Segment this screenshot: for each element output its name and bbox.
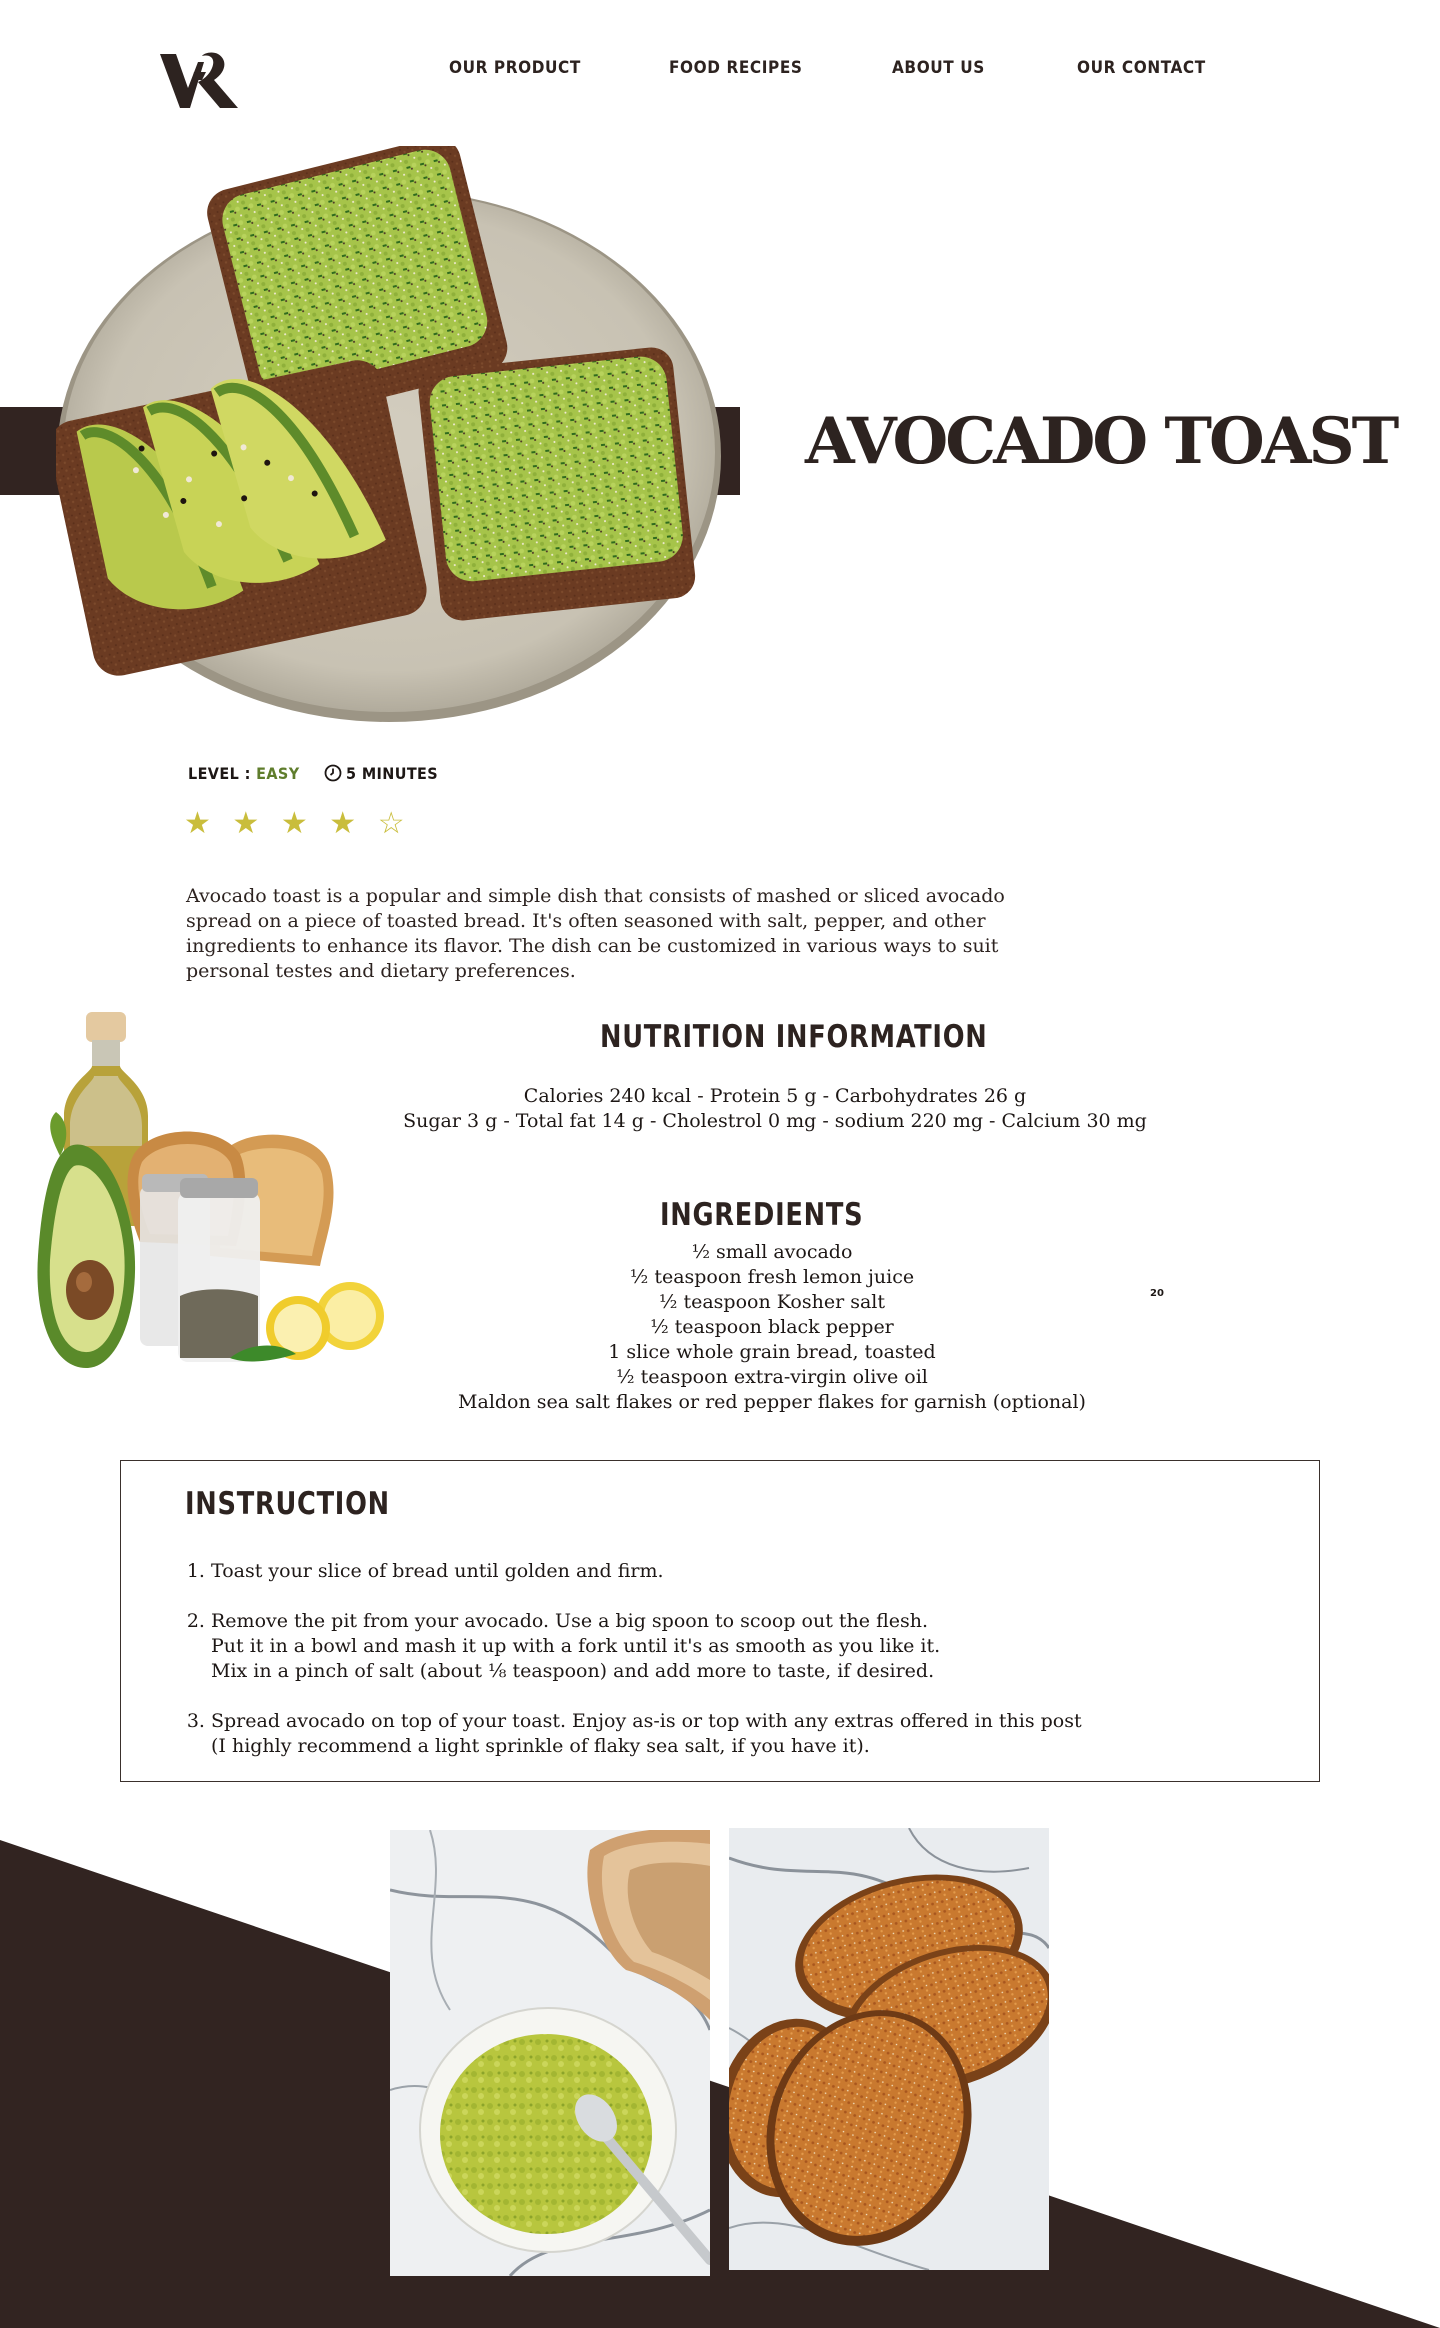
ingredients-title: INGREDIENTS bbox=[660, 1197, 864, 1233]
instruction-step: Toast your slice of bread until golden a… bbox=[211, 1559, 1311, 1584]
ingredient-item: ½ small avocado bbox=[691, 1241, 853, 1263]
recipe-meta: LEVEL : EASY 5 MINUTES bbox=[188, 764, 438, 788]
recipe-title: AVOCADO TOAST bbox=[805, 404, 1399, 479]
nav-our-product[interactable]: OUR PRODUCT bbox=[449, 58, 581, 78]
avocado-toast-image bbox=[56, 146, 721, 722]
step-line: Put it in a bowl and mash it up with a f… bbox=[211, 1635, 941, 1657]
ingredient-item: ½ teaspoon fresh lemon juice bbox=[629, 1266, 915, 1288]
main-nav: OUR PRODUCT FOOD RECIPES ABOUT US OUR CO… bbox=[0, 58, 1440, 82]
nav-our-contact[interactable]: OUR CONTACT bbox=[1077, 58, 1206, 78]
star-rating: ★ ★ ★ ★ ☆ bbox=[184, 806, 411, 841]
instruction-step: Remove the pit from your avocado. Use a … bbox=[211, 1609, 1311, 1684]
page-number: 20 bbox=[1150, 1288, 1164, 1299]
nav-food-recipes[interactable]: FOOD RECIPES bbox=[669, 58, 802, 78]
step-line: (I highly recommend a light sprinkle of … bbox=[211, 1735, 870, 1757]
level-value: EASY bbox=[256, 764, 300, 783]
nutrition-line-2: Sugar 3 g - Total fat 14 g - Cholestrol … bbox=[403, 1110, 1147, 1132]
instruction-steps: Toast your slice of bread until golden a… bbox=[183, 1559, 1311, 1784]
toasted-bread-photo bbox=[729, 1828, 1049, 2270]
nutrition-title: NUTRITION INFORMATION bbox=[600, 1019, 988, 1055]
step-line: Spread avocado on top of your toast. Enj… bbox=[211, 1710, 1082, 1732]
ingredient-item: Maldon sea salt flakes or red pepper fla… bbox=[458, 1391, 1086, 1413]
nutrition-info: Calories 240 kcal - Protein 5 g - Carboh… bbox=[370, 1084, 1180, 1134]
ingredient-item: ½ teaspoon black pepper bbox=[650, 1316, 894, 1338]
step-line: Toast your slice of bread until golden a… bbox=[211, 1560, 664, 1582]
ingredients-image bbox=[37, 1012, 384, 1369]
recipe-page: OUR PRODUCT FOOD RECIPES ABOUT US OUR CO… bbox=[0, 0, 1440, 2328]
cook-time-text: 5 MINUTES bbox=[346, 764, 439, 783]
ingredient-item: ½ teaspoon extra-virgin olive oil bbox=[616, 1366, 928, 1388]
instruction-step: Spread avocado on top of your toast. Enj… bbox=[211, 1709, 1311, 1759]
nav-about-us[interactable]: ABOUT US bbox=[892, 58, 985, 78]
ingredients-list: ½ small avocado ½ teaspoon fresh lemon j… bbox=[372, 1240, 1172, 1415]
mashed-avocado-photo bbox=[390, 1830, 710, 2276]
step-line: Remove the pit from your avocado. Use a … bbox=[211, 1610, 929, 1632]
instruction-box: INSTRUCTION Toast your slice of bread un… bbox=[120, 1460, 1320, 1782]
instruction-title: INSTRUCTION bbox=[185, 1486, 390, 1522]
cook-time: 5 MINUTES bbox=[324, 764, 438, 783]
bottom-diagonal-band bbox=[0, 1840, 1440, 2328]
ingredient-item: ½ teaspoon Kosher salt bbox=[659, 1291, 885, 1313]
ingredient-item: 1 slice whole grain bread, toasted bbox=[608, 1341, 936, 1363]
recipe-description: Avocado toast is a popular and simple di… bbox=[186, 885, 1005, 982]
nutrition-line-1: Calories 240 kcal - Protein 5 g - Carboh… bbox=[523, 1085, 1027, 1107]
step-line: Mix in a pinch of salt (about ⅛ teaspoon… bbox=[211, 1660, 935, 1682]
clock-icon bbox=[324, 764, 342, 782]
level-label: LEVEL : bbox=[188, 764, 251, 783]
